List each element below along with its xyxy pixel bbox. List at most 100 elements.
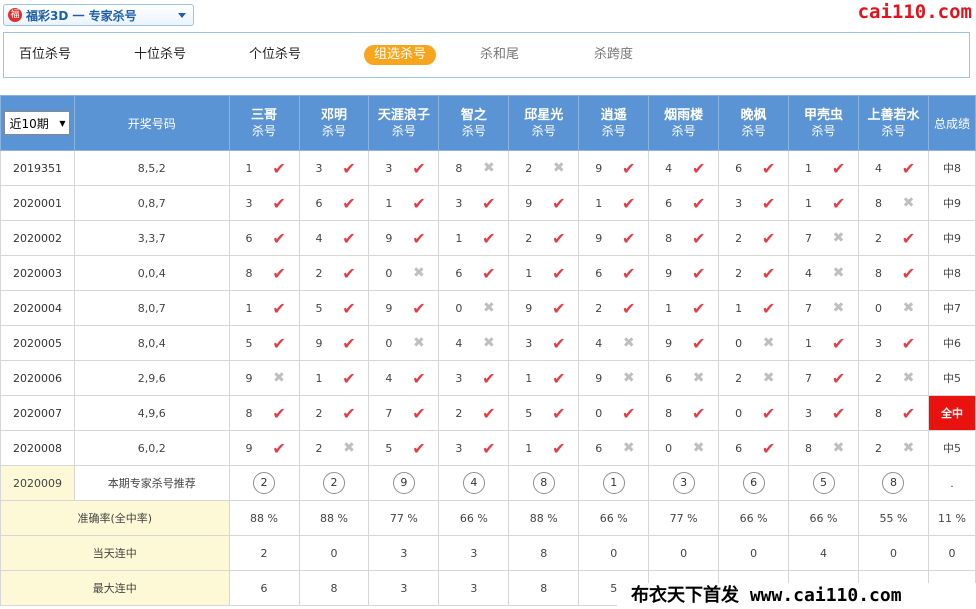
recommend-number-badge: 9 bbox=[392, 472, 415, 494]
check-icon: ✔ bbox=[552, 298, 566, 318]
period-cell: 2020003 bbox=[0, 255, 75, 291]
kill-cell: 9 ✔ bbox=[368, 220, 440, 256]
kill-cell: 2 ✖ bbox=[858, 360, 929, 396]
expert-subtitle: 杀号 bbox=[321, 123, 346, 138]
kill-cell: 2 ✔ bbox=[578, 290, 650, 326]
kill-cell: 1 ✔ bbox=[578, 185, 650, 221]
check-icon: ✔ bbox=[272, 403, 286, 423]
recommend-number-badge: 3 bbox=[672, 472, 695, 494]
kill-cell: 1 ✔ bbox=[368, 185, 440, 221]
kill-number: 6 bbox=[315, 196, 323, 210]
kill-number: 1 bbox=[385, 196, 393, 210]
expert-header: 晚枫 杀号 bbox=[718, 95, 790, 151]
kill-cell-content: 7 ✔ bbox=[370, 397, 438, 430]
draw-number-cell: 8,0,4 bbox=[73, 325, 230, 361]
dropdown-arrow-icon: ▼ bbox=[59, 118, 66, 128]
kill-number: 9 bbox=[525, 301, 533, 315]
kill-cell: 7 ✔ bbox=[788, 360, 859, 396]
kill-cell: 1 ✔ bbox=[438, 220, 510, 256]
check-icon: ✔ bbox=[691, 403, 706, 423]
site-logo[interactable]: cai110.com bbox=[858, 1, 972, 23]
kill-cell-content: 9 ✔ bbox=[370, 222, 438, 255]
kill-number: 1 bbox=[595, 196, 603, 210]
kill-cell-content: 1 ✔ bbox=[580, 187, 648, 220]
kill-cell: 3 ✔ bbox=[438, 360, 510, 396]
kill-cell-content: 2 ✔ bbox=[720, 222, 788, 255]
total-score-cell: 中8 bbox=[927, 150, 976, 186]
stat-value: 77 % bbox=[368, 500, 440, 536]
check-icon: ✔ bbox=[272, 298, 286, 318]
kill-cell-content: 3 ✔ bbox=[300, 152, 368, 185]
draw-number-cell: 2,9,6 bbox=[73, 360, 230, 396]
expert-header: 天涯浪子 杀号 bbox=[368, 95, 440, 151]
kill-cell-content: 9 ✔ bbox=[510, 292, 578, 325]
kill-number: 0 bbox=[385, 266, 393, 280]
check-icon: ✔ bbox=[622, 158, 636, 178]
lottery-type-dropdown[interactable]: 福 福彩3D 一 专家杀号 bbox=[3, 4, 194, 26]
stat-value: 3 bbox=[368, 535, 440, 571]
tab-units-kill[interactable]: 个位杀号 bbox=[249, 45, 301, 65]
kill-cell: 3 ✔ bbox=[228, 185, 300, 221]
kill-number: 9 bbox=[525, 196, 533, 210]
kill-cell-content: 8 ✔ bbox=[230, 257, 298, 290]
tab-sum-tail-kill[interactable]: 杀和尾 bbox=[480, 45, 519, 65]
check-icon: ✔ bbox=[622, 298, 636, 318]
check-icon: ✔ bbox=[342, 158, 356, 178]
tab-span-kill[interactable]: 杀跨度 bbox=[594, 45, 633, 65]
expert-name: 上善若水 bbox=[867, 107, 920, 123]
kill-cell: 6 ✔ bbox=[718, 430, 790, 466]
stat-value: 8 bbox=[508, 535, 580, 571]
period-filter-select[interactable]: 近10期 ▼ bbox=[4, 111, 71, 135]
stat-row: 当天连中 2 0 3 3 8 0 0 0 4 0 0 bbox=[0, 535, 976, 571]
expert-subtitle: 杀号 bbox=[811, 123, 836, 138]
stat-value: 0 bbox=[648, 535, 720, 571]
kill-cell-content: 6 ✖ bbox=[580, 432, 648, 465]
kill-cell: 2 ✔ bbox=[858, 220, 929, 256]
kill-number: 1 bbox=[525, 441, 533, 455]
recommend-cell: 9 bbox=[368, 465, 440, 501]
kill-cell: 4 ✔ bbox=[298, 220, 370, 256]
check-icon: ✔ bbox=[342, 263, 356, 283]
kill-cell-content: 1 ✔ bbox=[510, 432, 578, 465]
kill-number: 7 bbox=[385, 406, 393, 420]
period-cell: 2020004 bbox=[0, 290, 75, 326]
expert-header: 逍遥 杀号 bbox=[578, 95, 650, 151]
tab-tens-kill[interactable]: 十位杀号 bbox=[134, 45, 186, 65]
kill-number: 3 bbox=[455, 441, 463, 455]
cross-icon: ✖ bbox=[622, 335, 635, 351]
cross-icon: ✖ bbox=[832, 440, 845, 456]
kill-cell-content: 3 ✔ bbox=[859, 327, 927, 360]
kill-cell-content: 2 ✖ bbox=[859, 432, 927, 465]
check-icon: ✔ bbox=[622, 193, 636, 213]
tab-group-kill[interactable]: 组选杀号 bbox=[364, 45, 437, 65]
kill-number: 1 bbox=[805, 196, 813, 210]
kill-number: 4 bbox=[455, 336, 463, 350]
kill-cell: 9 ✔ bbox=[228, 430, 300, 466]
stat-value: 66 % bbox=[788, 500, 859, 536]
stat-value: 2 bbox=[228, 535, 300, 571]
kill-cell-content: 6 ✔ bbox=[580, 257, 648, 290]
kill-number: 0 bbox=[735, 336, 743, 350]
period-cell: 2020007 bbox=[0, 395, 75, 431]
kill-cell: 5 ✔ bbox=[228, 325, 300, 361]
kill-number: 8 bbox=[455, 161, 463, 175]
kill-cell: 6 ✔ bbox=[648, 185, 720, 221]
kill-number: 3 bbox=[455, 371, 463, 385]
tab-hundreds-kill[interactable]: 百位杀号 bbox=[19, 45, 71, 65]
kill-cell-content: 6 ✔ bbox=[720, 152, 788, 185]
expert-header: 甲壳虫 杀号 bbox=[788, 95, 859, 151]
kill-cell-content: 9 ✔ bbox=[510, 187, 578, 220]
stat-label: 当天连中 bbox=[0, 535, 230, 571]
kill-number: 1 bbox=[805, 161, 813, 175]
draw-number-cell: 3,3,7 bbox=[73, 220, 230, 256]
check-icon: ✔ bbox=[901, 333, 916, 353]
period-filter-value: 近10期 bbox=[9, 116, 49, 131]
recommend-cell: 4 bbox=[438, 465, 510, 501]
check-icon: ✔ bbox=[691, 158, 706, 178]
kill-cell-content: 8 ✔ bbox=[859, 397, 927, 430]
check-icon: ✔ bbox=[831, 193, 846, 213]
kill-cell: 2 ✖ bbox=[298, 430, 370, 466]
kill-number: 8 bbox=[805, 441, 813, 455]
cross-icon: ✖ bbox=[552, 160, 565, 176]
kill-cell-content: 9 ✔ bbox=[650, 327, 718, 360]
